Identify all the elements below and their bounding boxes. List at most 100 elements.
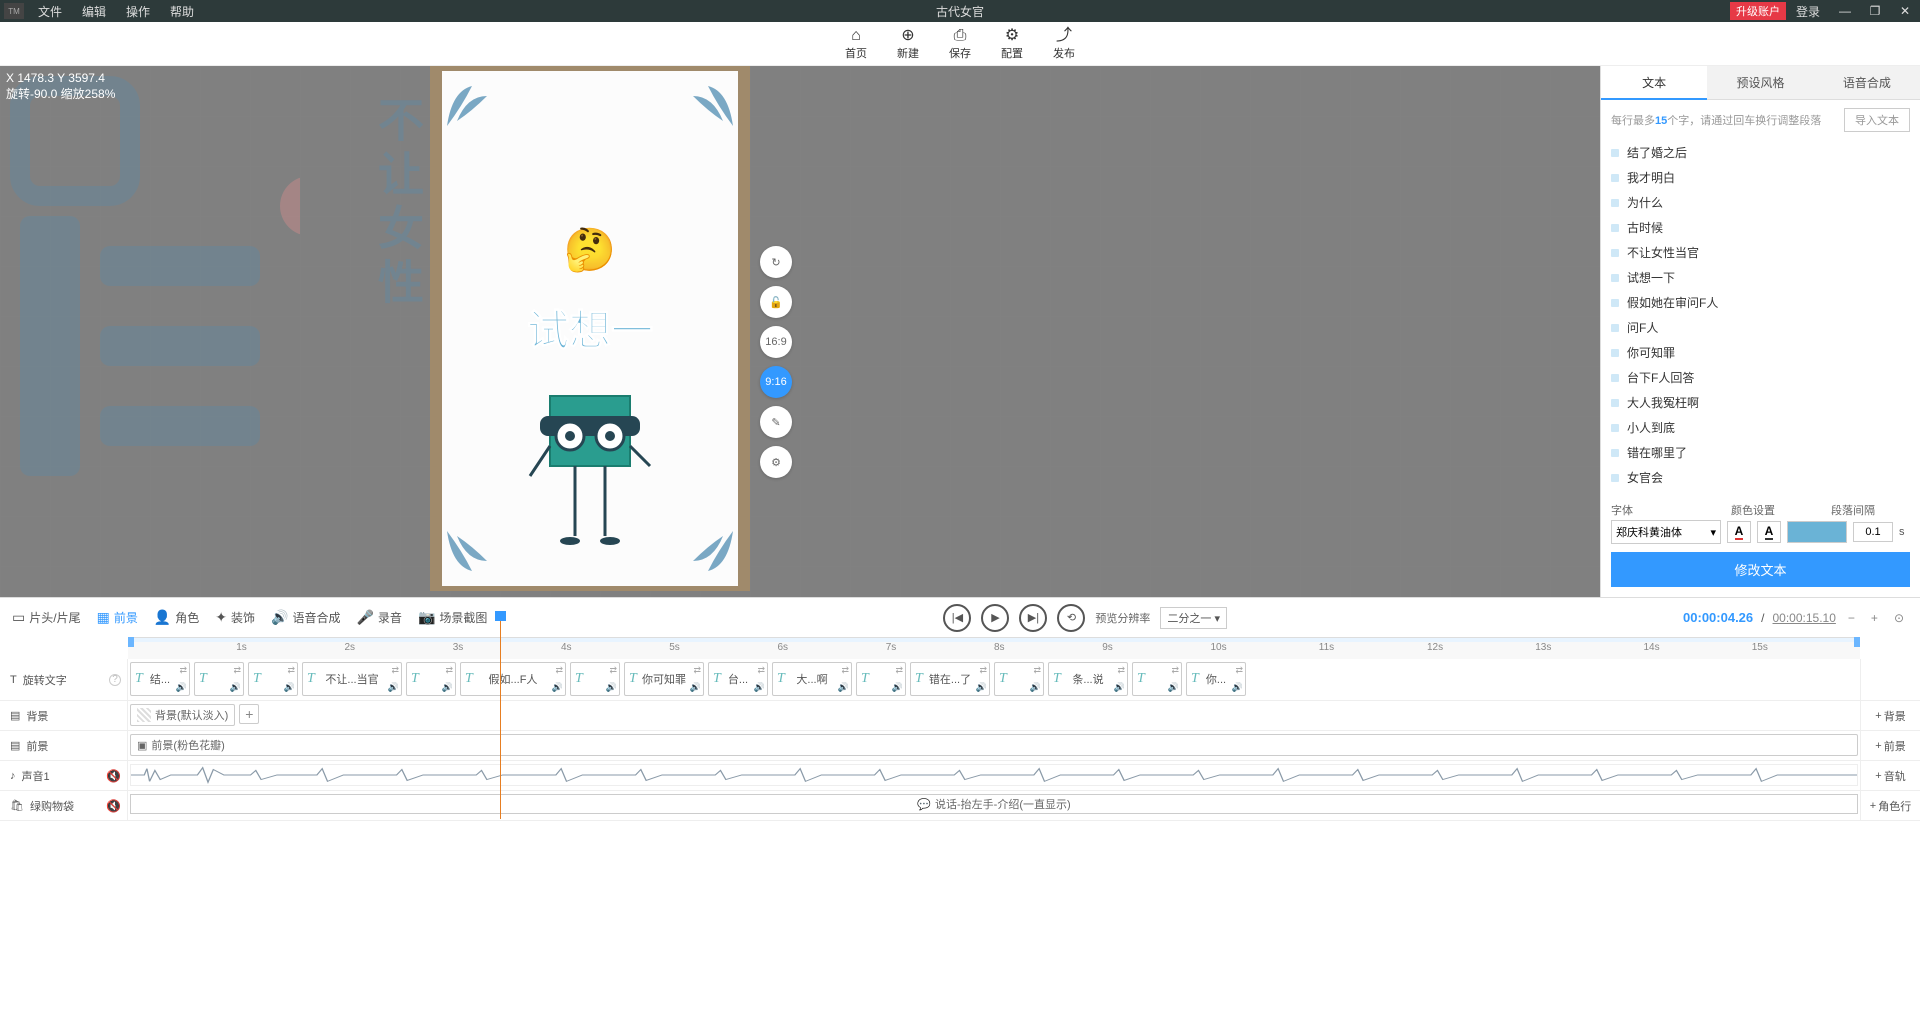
mode-foreground[interactable]: ▦前景 xyxy=(97,609,138,626)
maximize-button[interactable]: ❐ xyxy=(1860,4,1890,18)
login-button[interactable]: 登录 xyxy=(1786,3,1830,20)
tool-config[interactable]: ⚙配置 xyxy=(1001,27,1023,61)
text-line-item[interactable]: 台下F人回答 xyxy=(1611,365,1910,390)
audio-track-content[interactable] xyxy=(128,761,1860,790)
menu-help[interactable]: 帮助 xyxy=(160,3,204,20)
ratio-9-16[interactable]: 9:16 xyxy=(760,366,792,398)
modify-text-button[interactable]: 修改文本 xyxy=(1611,552,1910,587)
tab-voice-synthesis[interactable]: 语音合成 xyxy=(1814,66,1920,100)
audio-waveform[interactable] xyxy=(130,764,1858,786)
text-clip[interactable]: T⇄🔊台... xyxy=(708,662,768,696)
rotate-tool[interactable]: ↻ xyxy=(760,246,792,278)
text-clip[interactable]: T⇄🔊 xyxy=(856,662,906,696)
menu-file[interactable]: 文件 xyxy=(28,3,72,20)
tool-home[interactable]: ⌂首页 xyxy=(845,27,867,61)
tab-preset-style[interactable]: 预设风格 xyxy=(1707,66,1813,100)
add-character-track-button[interactable]: + 角色行 xyxy=(1860,791,1920,820)
text-line-item[interactable]: 女官会 xyxy=(1611,465,1910,490)
text-line-item[interactable]: 不让女性当官 xyxy=(1611,240,1910,265)
tab-text[interactable]: 文本 xyxy=(1601,66,1707,100)
stroke-color-button[interactable]: A xyxy=(1757,521,1781,543)
upgrade-button[interactable]: 升级账户 xyxy=(1730,2,1786,20)
text-line-item[interactable]: 假如她在审问F人 xyxy=(1611,290,1910,315)
text-line-item[interactable]: 问F人 xyxy=(1611,315,1910,340)
text-clip[interactable]: T⇄🔊 xyxy=(194,662,244,696)
add-background-track-button[interactable]: + 背景 xyxy=(1860,701,1920,730)
text-clip[interactable]: T⇄🔊大...啊 xyxy=(772,662,852,696)
text-line-item[interactable]: 我才明白 xyxy=(1611,165,1910,190)
playhead[interactable] xyxy=(500,619,501,819)
mute-icon[interactable]: 🔇 xyxy=(106,799,121,813)
text-clip[interactable]: T⇄🔊 xyxy=(248,662,298,696)
range-start-handle[interactable] xyxy=(128,637,134,647)
settings-tool[interactable]: ⚙ xyxy=(760,446,792,478)
tool-publish[interactable]: ⤴发布 xyxy=(1053,27,1075,61)
play-button[interactable]: ▶ xyxy=(981,604,1009,632)
help-icon[interactable]: ? xyxy=(109,674,121,686)
close-button[interactable]: ✕ xyxy=(1890,4,1920,18)
menu-edit[interactable]: 编辑 xyxy=(72,3,116,20)
spacing-input[interactable] xyxy=(1853,522,1893,542)
text-line-item[interactable]: 大人我冤枉啊 xyxy=(1611,390,1910,415)
text-clip[interactable]: T⇄🔊 xyxy=(406,662,456,696)
mode-title-end[interactable]: ▭片头/片尾 xyxy=(12,609,81,626)
text-clip[interactable]: T⇄🔊 xyxy=(570,662,620,696)
text-line-item[interactable]: 试想一下 xyxy=(1611,265,1910,290)
font-select[interactable]: 郑庆科黄油体▾ xyxy=(1611,520,1721,544)
text-clip[interactable]: T⇄🔊条...说 xyxy=(1048,662,1128,696)
zoom-fit-button[interactable]: ⊙ xyxy=(1890,611,1908,625)
text-line-item[interactable]: 错在哪里了 xyxy=(1611,440,1910,465)
zoom-out-button[interactable]: − xyxy=(1844,611,1859,625)
text-clip[interactable]: T⇄🔊错在...了 xyxy=(910,662,990,696)
mode-decoration[interactable]: ✦装饰 xyxy=(215,609,255,626)
canvas-frame[interactable]: 🤔 试想一 xyxy=(430,66,750,591)
timeline-ruler[interactable]: 1s2s3s4s5s6s7s8s9s10s11s12s13s14s15s xyxy=(128,637,1860,659)
text-clip[interactable]: T⇄🔊假如...F人 xyxy=(460,662,566,696)
background-track-content[interactable]: 背景(默认淡入) + xyxy=(128,701,1860,730)
shopping-track-content[interactable]: 💬说话-抬左手-介绍(一直显示) xyxy=(128,791,1860,820)
text-clip[interactable]: T⇄🔊 xyxy=(1132,662,1182,696)
text-clip[interactable]: T⇄🔊结... xyxy=(130,662,190,696)
lock-tool[interactable]: 🔓 xyxy=(760,286,792,318)
character-action-clip[interactable]: 💬说话-抬左手-介绍(一直显示) xyxy=(130,794,1858,814)
time-total[interactable]: 00:00:15.10 xyxy=(1773,611,1836,625)
tool-save[interactable]: ⎙保存 xyxy=(949,27,971,61)
tool-new[interactable]: ⊕新建 xyxy=(897,27,919,61)
text-clip[interactable]: T⇄🔊不让...当官 xyxy=(302,662,402,696)
import-text-button[interactable]: 导入文本 xyxy=(1844,108,1910,132)
loop-button[interactable]: ⟲ xyxy=(1057,604,1085,632)
text-color-button[interactable]: A xyxy=(1727,521,1751,543)
mode-screenshot[interactable]: 📷场景截图 xyxy=(418,609,487,626)
edit-tool[interactable]: ✎ xyxy=(760,406,792,438)
next-button[interactable]: ▶| xyxy=(1019,604,1047,632)
ratio-16-9[interactable]: 16:9 xyxy=(760,326,792,358)
mode-character[interactable]: 👤角色 xyxy=(154,609,199,626)
background-clip[interactable]: 背景(默认淡入) xyxy=(130,704,235,726)
add-audio-track-button[interactable]: + 音轨 xyxy=(1860,761,1920,790)
mute-icon[interactable]: 🔇 xyxy=(106,769,121,783)
text-clip[interactable]: T⇄🔊你可知罪 xyxy=(624,662,704,696)
text-clip[interactable]: T⇄🔊你... xyxy=(1186,662,1246,696)
text-line-item[interactable]: 小人到底 xyxy=(1611,415,1910,440)
color-swatch[interactable] xyxy=(1787,521,1847,543)
text-line-item[interactable]: 你可知罪 xyxy=(1611,340,1910,365)
text-line-item[interactable]: 古时候 xyxy=(1611,215,1910,240)
text-clip[interactable]: T⇄🔊 xyxy=(994,662,1044,696)
foreground-track-content[interactable]: ▣前景(粉色花瓣) xyxy=(128,731,1860,760)
range-end-handle[interactable] xyxy=(1854,637,1860,647)
add-background-button[interactable]: + xyxy=(239,704,259,724)
foreground-clip[interactable]: ▣前景(粉色花瓣) xyxy=(130,734,1858,756)
text-line-item[interactable]: 为什么 xyxy=(1611,190,1910,215)
text-lines-list[interactable]: 结了婚之后我才明白为什么古时候不让女性当官试想一下假如她在审问F人问F人你可知罪… xyxy=(1601,140,1920,496)
minimize-button[interactable]: — xyxy=(1830,4,1860,18)
mode-record[interactable]: 🎤录音 xyxy=(356,609,401,626)
add-foreground-track-button[interactable]: + 前景 xyxy=(1860,731,1920,760)
rotate-text-clips[interactable]: T⇄🔊结...T⇄🔊T⇄🔊T⇄🔊不让...当官T⇄🔊T⇄🔊假如...F人T⇄🔊T… xyxy=(128,659,1860,700)
zoom-in-button[interactable]: + xyxy=(1867,611,1882,625)
preview-resolution-select[interactable]: 二分之一 ▾ xyxy=(1160,607,1227,629)
canvas-area[interactable]: X 1478.3 Y 3597.4 旋转-90.0 缩放258% 不让女性 🤔 … xyxy=(0,66,1600,597)
menu-action[interactable]: 操作 xyxy=(116,3,160,20)
prev-button[interactable]: |◀ xyxy=(943,604,971,632)
mode-voice[interactable]: 🔊语音合成 xyxy=(271,609,340,626)
text-line-item[interactable]: 结了婚之后 xyxy=(1611,140,1910,165)
